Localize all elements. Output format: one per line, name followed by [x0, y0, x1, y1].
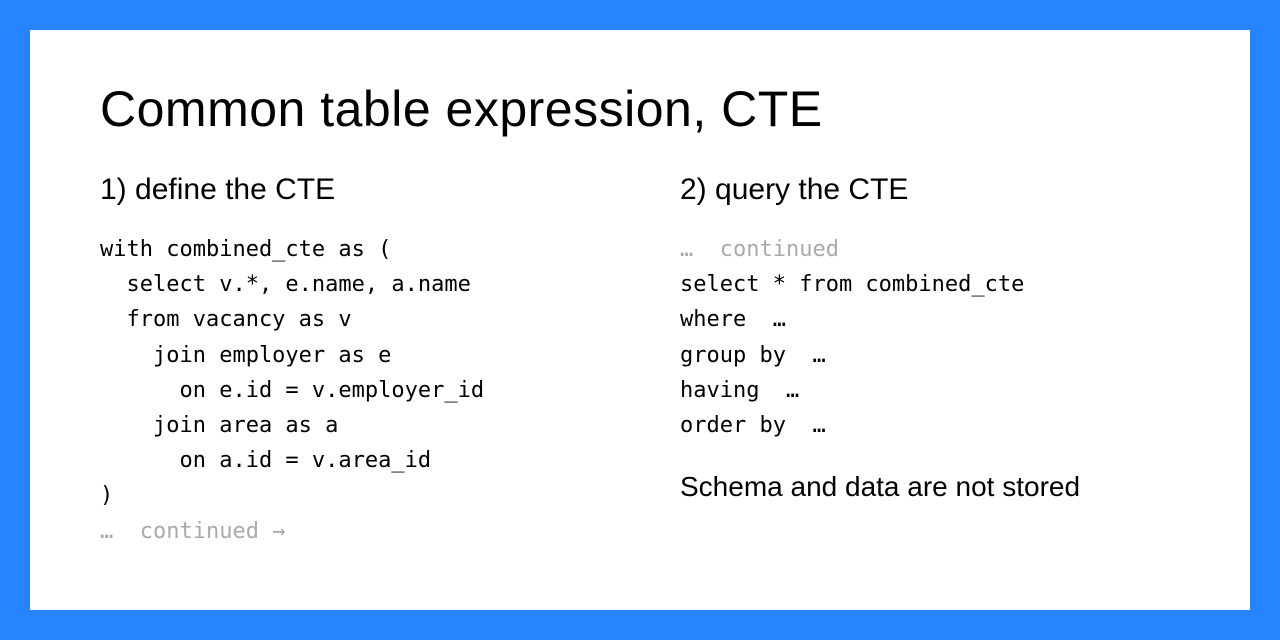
code-line: group by …: [680, 343, 826, 368]
code-line: from vacancy as v: [100, 307, 352, 332]
code-line: join employer as e: [100, 343, 391, 368]
right-heading: 2) query the CTE: [680, 173, 1180, 207]
code-line: join area as a: [100, 413, 338, 438]
left-heading: 1) define the CTE: [100, 173, 600, 207]
continued-label: … continued: [680, 237, 839, 262]
left-column: 1) define the CTE with combined_cte as (…: [100, 173, 600, 549]
code-line: on e.id = v.employer_id: [100, 378, 484, 403]
columns-container: 1) define the CTE with combined_cte as (…: [100, 173, 1180, 549]
left-code-block: with combined_cte as ( select v.*, e.nam…: [100, 232, 600, 549]
code-line: select * from combined_cte: [680, 272, 1024, 297]
slide-title: Common table expression, CTE: [100, 80, 1180, 138]
code-line: select v.*, e.name, a.name: [100, 272, 471, 297]
code-line: with combined_cte as (: [100, 237, 391, 262]
right-code-block: … continued select * from combined_cte w…: [680, 232, 1180, 443]
note-text: Schema and data are not stored: [680, 471, 1180, 503]
code-line: having …: [680, 378, 799, 403]
right-column: 2) query the CTE … continued select * fr…: [680, 173, 1180, 549]
slide-card: Common table expression, CTE 1) define t…: [30, 30, 1250, 610]
continued-label: … continued →: [100, 519, 285, 544]
code-line: where …: [680, 307, 786, 332]
code-line: order by …: [680, 413, 826, 438]
code-line: on a.id = v.area_id: [100, 448, 431, 473]
code-line: ): [100, 483, 113, 508]
